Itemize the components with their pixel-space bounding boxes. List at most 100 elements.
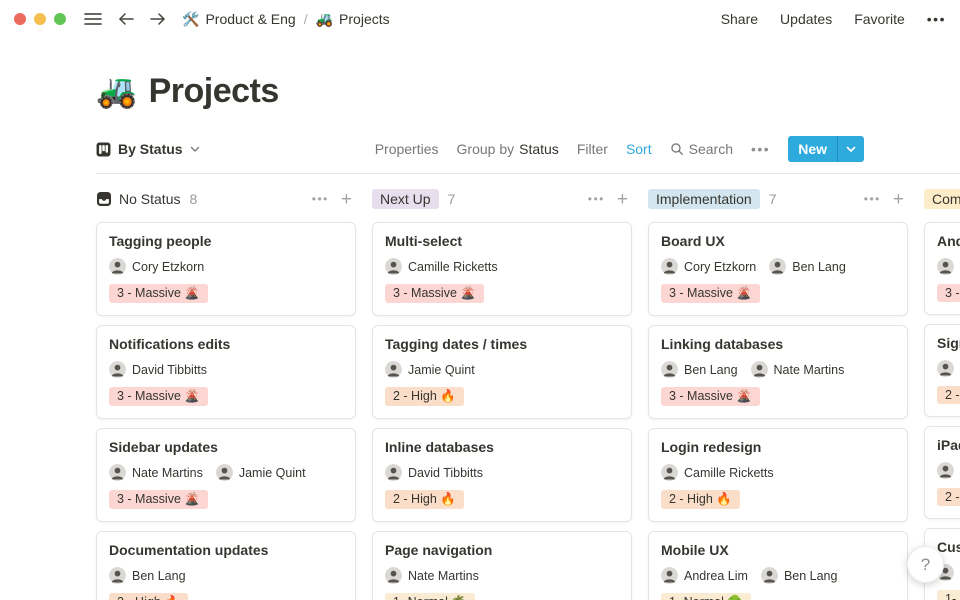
column-add-icon[interactable]: + [617, 190, 632, 209]
column-status-tag[interactable]: Com [924, 189, 960, 209]
board-card[interactable]: Sidebar updates Nate Martins Jamie Quint… [96, 428, 356, 522]
board-card[interactable]: Linking databases Ben Lang Nate Martins … [648, 325, 908, 419]
new-dropdown-icon[interactable] [837, 136, 864, 162]
column-add-icon[interactable]: + [893, 190, 908, 209]
board-card[interactable]: And N 3 - [924, 222, 960, 315]
priority-pill: 3 - [937, 284, 960, 302]
forward-icon[interactable] [149, 12, 166, 26]
board-card[interactable]: Notifications edits David Tibbitts 3 - M… [96, 325, 356, 419]
card-title: Sidebar updates [109, 439, 343, 455]
board-column: Implementation Implementation 7 ••• + Bo… [648, 188, 908, 600]
assignee-name: Ben Lang [784, 569, 838, 583]
card-assignees: J [937, 360, 960, 377]
assignee-name: Andrea Lim [684, 569, 748, 583]
column-status-tag[interactable]: Implementation [648, 189, 760, 209]
close-window-icon[interactable] [14, 13, 26, 25]
avatar [109, 258, 126, 275]
column-more-icon[interactable]: ••• [864, 192, 881, 206]
card-assignee: N [937, 258, 960, 275]
share-button[interactable]: Share [721, 11, 758, 27]
board-card[interactable]: Page navigation Nate Martins 1- Normal 🌴 [372, 531, 632, 600]
column-header: Next Up Next Up 7 ••• + [372, 188, 632, 210]
card-assignee: Cory Etzkorn [661, 258, 756, 275]
card-title: Linking databases [661, 336, 895, 352]
card-assignees: Camille Ricketts [661, 464, 895, 481]
card-title: Notifications edits [109, 336, 343, 352]
avatar [109, 361, 126, 378]
priority-pill: 2 - [937, 488, 960, 506]
priority-pill: 1- Normal 🌳 [661, 593, 751, 600]
filter-button[interactable]: Filter [577, 141, 608, 157]
toolbar-more-icon[interactable]: ••• [751, 141, 770, 157]
board-card[interactable]: Board UX Cory Etzkorn Ben Lang 3 - Massi… [648, 222, 908, 316]
breadcrumb-item-workspace[interactable]: 🛠️ Product & Eng [182, 11, 296, 28]
properties-button[interactable]: Properties [375, 141, 439, 157]
assignee-name: Camille Ricketts [408, 260, 498, 274]
updates-button[interactable]: Updates [780, 11, 832, 27]
card-assignee: Andrea Lim [661, 567, 748, 584]
card-title: Mobile UX [661, 542, 895, 558]
card-title: Inline databases [385, 439, 619, 455]
card-title: Multi-select [385, 233, 619, 249]
sort-button[interactable]: Sort [626, 141, 652, 157]
board-card[interactable]: Inline databases David Tibbitts 2 - High… [372, 428, 632, 522]
card-title: And [937, 233, 960, 249]
avatar [937, 360, 954, 377]
view-switcher[interactable]: By Status [96, 141, 200, 157]
assignee-name: Nate Martins [774, 363, 845, 377]
assignee-name: Cory Etzkorn [132, 260, 204, 274]
card-assignees: Camille Ricketts [385, 258, 619, 275]
column-count: 8 [189, 191, 197, 207]
more-options-icon[interactable]: ••• [927, 11, 946, 27]
board-card[interactable]: Documentation updates Ben Lang 2 - High … [96, 531, 356, 600]
column-add-icon[interactable]: + [341, 190, 356, 209]
board-card[interactable]: Mobile UX Andrea Lim Ben Lang 1- Normal … [648, 531, 908, 600]
board-card[interactable]: Sign J 2 - [924, 324, 960, 417]
back-icon[interactable] [118, 12, 135, 26]
avatar [109, 567, 126, 584]
sidebar-menu-icon[interactable] [84, 12, 102, 26]
board-card[interactable]: Tagging people Cory Etzkorn 3 - Massive … [96, 222, 356, 316]
card-assignee: Jamie Quint [216, 464, 306, 481]
minimize-window-icon[interactable] [34, 13, 46, 25]
assignee-name: Ben Lang [132, 569, 186, 583]
assignee-name: David Tibbitts [132, 363, 207, 377]
card-assignees: Nate Martins Jamie Quint [109, 464, 343, 481]
tools-icon: 🛠️ [182, 11, 199, 28]
board-card[interactable]: Login redesign Camille Ricketts 2 - High… [648, 428, 908, 522]
breadcrumb-item-page[interactable]: 🚜 Projects [316, 11, 390, 28]
assignee-name: David Tibbitts [408, 466, 483, 480]
board-card[interactable]: Multi-select Camille Ricketts 3 - Massiv… [372, 222, 632, 316]
card-title: Documentation updates [109, 542, 343, 558]
avatar [109, 464, 126, 481]
column-more-icon[interactable]: ••• [588, 192, 605, 206]
page-title: 🚜 Projects [96, 72, 960, 111]
column-status-tag[interactable]: Next Up [372, 189, 439, 209]
card-assignees: Cory Etzkorn [109, 258, 343, 275]
card-assignee: Ben Lang [661, 361, 738, 378]
board-card[interactable]: iPad C 2 - [924, 426, 960, 519]
new-button[interactable]: New [788, 136, 864, 162]
group-by-button[interactable]: Group by Status [457, 141, 559, 157]
card-assignee: Cory Etzkorn [109, 258, 204, 275]
search-icon [670, 142, 684, 156]
help-button[interactable]: ? [907, 546, 944, 583]
favorite-button[interactable]: Favorite [854, 11, 905, 27]
card-title: iPad [937, 437, 960, 453]
column-header: No Status No Status 8 ••• + [96, 188, 356, 210]
column-more-icon[interactable]: ••• [312, 192, 329, 206]
avatar [661, 258, 678, 275]
avatar [385, 464, 402, 481]
card-title: Page navigation [385, 542, 619, 558]
avatar [385, 567, 402, 584]
breadcrumb-separator: / [304, 11, 308, 27]
priority-pill: 3 - Massive 🌋 [109, 387, 208, 406]
window-titlebar: 🛠️ Product & Eng / 🚜 Projects Share Upda… [0, 0, 960, 38]
zoom-window-icon[interactable] [54, 13, 66, 25]
search-button[interactable]: Search [670, 141, 733, 157]
board-card[interactable]: Tagging dates / times Jamie Quint 2 - Hi… [372, 325, 632, 419]
card-assignee: Ben Lang [769, 258, 846, 275]
avatar [937, 462, 954, 479]
column-title-group[interactable]: No Status [96, 191, 180, 207]
avatar [751, 361, 768, 378]
